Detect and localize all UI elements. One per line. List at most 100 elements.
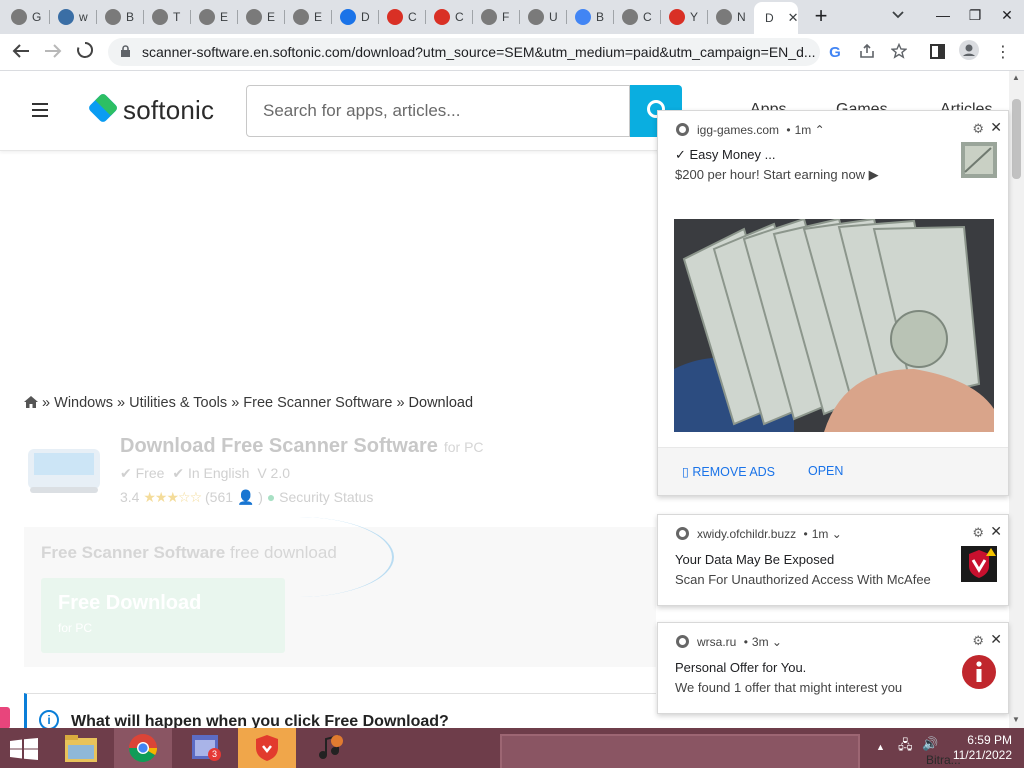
app-language: In English [187, 465, 250, 481]
brave-taskbar[interactable] [238, 728, 296, 768]
browser-tab[interactable]: E [193, 5, 238, 29]
notification-close-icon[interactable]: ✕ [990, 523, 1002, 540]
notification-wrsa[interactable]: wrsa.ru • 3m ⌄ ⚙ ✕ Personal Offer for You… [657, 622, 1009, 714]
scroll-up-icon[interactable]: ▲ [1012, 73, 1020, 82]
bookmark-star-icon[interactable] [886, 40, 912, 66]
forward-icon[interactable] [40, 40, 66, 66]
tab-search-icon[interactable] [888, 8, 908, 26]
network-icon[interactable]: 🖧 [898, 736, 913, 758]
breadcrumb-windows[interactable]: Windows [54, 395, 113, 411]
restore-button[interactable]: ❐ [958, 0, 992, 32]
tray-up-arrow-icon[interactable]: ▲ [876, 742, 885, 752]
collapse-caret-icon[interactable]: ⌃ [815, 123, 825, 137]
address-bar[interactable]: scanner-software.en.softonic.com/downloa… [108, 38, 820, 66]
info-text[interactable]: What will happen when you click Free Dow… [71, 713, 449, 728]
download-button-label: Free Download [58, 592, 202, 614]
site-search[interactable] [246, 85, 630, 137]
settings-gear-icon[interactable]: ⚙ [972, 525, 984, 541]
tab-separator [237, 10, 238, 24]
home-icon[interactable] [24, 396, 38, 408]
breadcrumb-utilities[interactable]: Utilities & Tools [129, 395, 227, 411]
download-button-sub: for PC [58, 621, 93, 635]
browser-tab[interactable]: F [475, 5, 520, 29]
chrome-taskbar[interactable] [114, 728, 172, 768]
scanner-app-taskbar[interactable]: 3 [176, 728, 234, 768]
notification-igg[interactable]: igg-games.com • 1m ⌃ ⚙ ✕ ✓ Easy Money ...… [657, 110, 1009, 496]
kebab-menu-icon[interactable]: ⋮ [990, 40, 1016, 66]
windows-start-icon[interactable] [10, 738, 38, 760]
expand-caret-icon[interactable]: ⌄ [772, 635, 782, 649]
tab-favicon [340, 9, 356, 25]
browser-tab[interactable]: E [287, 5, 332, 29]
settings-gear-icon[interactable]: ⚙ [972, 633, 984, 649]
tab-active[interactable]: D ✕ [754, 2, 799, 34]
close-tab-icon[interactable]: ✕ [788, 10, 799, 26]
browser-tab[interactable]: B [99, 5, 144, 29]
loading-spinner-icon[interactable] [72, 40, 98, 66]
system-clock[interactable]: 6:59 PM 11/21/2022 [953, 733, 1012, 763]
browser-tab[interactable]: B [569, 5, 614, 29]
file-explorer-taskbar[interactable] [52, 728, 110, 768]
music-note-icon [319, 734, 343, 759]
side-panel-icon[interactable] [924, 40, 950, 66]
app-title-text: Download Free Scanner Software [120, 435, 438, 457]
browser-tab[interactable]: U [522, 5, 567, 29]
browser-tab[interactable]: C [381, 5, 426, 29]
google-lens-icon[interactable]: G [822, 40, 848, 66]
minimize-button[interactable]: — [926, 0, 960, 32]
open-button[interactable]: OPEN [808, 464, 843, 478]
security-status[interactable]: Security Status [279, 489, 373, 505]
app-title: Download Free Scanner Software for PC [120, 435, 484, 458]
back-icon[interactable] [8, 40, 34, 66]
notification-close-icon[interactable]: ✕ [990, 631, 1002, 648]
chrome-icon [676, 527, 689, 540]
browser-tab[interactable]: E [240, 5, 285, 29]
tab-separator [378, 10, 379, 24]
scroll-thumb[interactable] [1012, 99, 1021, 179]
tab-letter: N [737, 10, 746, 24]
download-title-bold: Free Scanner Software [41, 543, 226, 562]
volume-icon[interactable]: 🔊 [922, 736, 938, 752]
notification-mcafee[interactable]: xwidy.ofchildr.buzz • 1m ⌄ ⚙ ✕ Your Data … [657, 514, 1009, 606]
scroll-down-icon[interactable]: ▼ [1012, 715, 1020, 724]
settings-gear-icon[interactable]: ⚙ [972, 121, 984, 137]
breadcrumb-scanner[interactable]: Free Scanner Software [243, 395, 392, 411]
expand-caret-icon[interactable]: ⌄ [832, 527, 842, 541]
tab-strip: Gw B T E E E D C C F U B C Y N D ✕ + — ❐ ✕ [0, 0, 1024, 34]
tab-favicon [152, 9, 168, 25]
softonic-logo-icon[interactable] [87, 92, 119, 124]
profile-avatar-icon[interactable] [956, 40, 982, 66]
site-logo[interactable]: softonic [123, 95, 214, 126]
tab-separator [566, 10, 567, 24]
free-download-button[interactable]: Free Download for PC [41, 578, 285, 653]
notification-close-icon[interactable]: ✕ [990, 119, 1002, 136]
shield-check-icon: ● [266, 489, 276, 505]
site-search-input[interactable] [247, 86, 629, 136]
share-icon[interactable] [854, 40, 880, 66]
page-scrollbar[interactable]: ▲ ▼ [1009, 71, 1024, 728]
breadcrumb-sep: » [396, 395, 405, 411]
tab-favicon [528, 9, 544, 25]
desktop-window-preview [500, 734, 860, 768]
browser-tab[interactable]: Y [663, 5, 708, 29]
browser-tab[interactable]: D [334, 5, 379, 29]
tab-letter: E [220, 10, 229, 24]
browser-tab[interactable]: T [146, 5, 191, 29]
hamburger-menu-icon[interactable] [32, 103, 48, 117]
side-tab[interactable] [0, 707, 10, 728]
info-red-icon [962, 655, 996, 689]
app-rating: 3.4 ★★★☆☆ (561 👤 ) ● Security Status [120, 489, 373, 506]
tab-favicon [716, 9, 732, 25]
browser-tab[interactable]: N [710, 5, 755, 29]
app-license: Free [135, 465, 165, 481]
tab-letter: T [173, 10, 181, 24]
media-player-taskbar[interactable] [300, 728, 358, 768]
url-text[interactable]: scanner-software.en.softonic.com/downloa… [142, 44, 822, 60]
new-tab-button[interactable]: + [808, 4, 834, 30]
browser-tab[interactable]: w [52, 5, 97, 29]
browser-tab[interactable]: G [5, 5, 50, 29]
remove-ads-button[interactable]: ▯ REMOVE ADS [682, 464, 775, 479]
window-close-button[interactable]: ✕ [990, 0, 1024, 32]
browser-tab[interactable]: C [428, 5, 473, 29]
browser-tab[interactable]: C [616, 5, 661, 29]
